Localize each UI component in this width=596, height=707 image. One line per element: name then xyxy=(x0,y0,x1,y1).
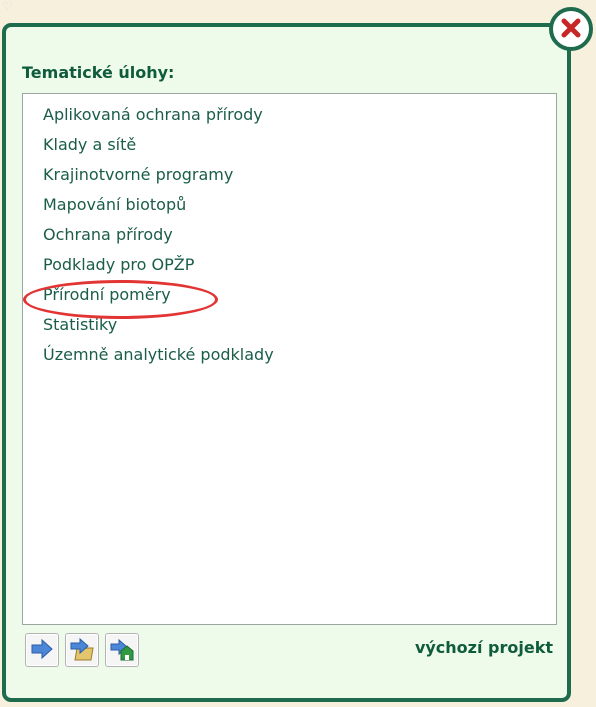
list-item-aplikovana-ochrana-prirody[interactable]: Aplikovaná ochrana přírody xyxy=(43,105,263,125)
home-arrow-icon xyxy=(109,636,135,665)
arrow-right-icon xyxy=(29,636,55,665)
background-decoration-icon: ♡ xyxy=(2,0,13,13)
panel-title: Tematické úlohy: xyxy=(22,63,175,82)
list-item-uzemne-analyticke-podklady[interactable]: Územně analytické podklady xyxy=(43,345,274,365)
list-item-statistiky[interactable]: Statistiky xyxy=(43,315,117,335)
list-item-podklady-pro-opzp[interactable]: Podklady pro OPŽP xyxy=(43,255,194,275)
list-item-prirodni-pomery[interactable]: Přírodní poměry xyxy=(43,285,171,305)
default-project-link[interactable]: výchozí projekt xyxy=(415,638,553,657)
thematic-task-list[interactable]: Aplikovaná ochrana přírody Klady a sítě … xyxy=(22,93,557,625)
list-item-ochrana-prirody[interactable]: Ochrana přírody xyxy=(43,225,173,245)
close-icon xyxy=(559,16,583,43)
home-project-button[interactable] xyxy=(105,633,139,667)
close-button[interactable] xyxy=(549,7,593,51)
next-button[interactable] xyxy=(25,633,59,667)
thematic-tasks-panel: Tematické úlohy: Aplikovaná ochrana přír… xyxy=(2,23,571,702)
list-item-mapovani-biotopu[interactable]: Mapování biotopů xyxy=(43,195,186,215)
list-item-krajinotvorne-programy[interactable]: Krajinotvorné programy xyxy=(43,165,233,185)
panel-toolbar xyxy=(25,633,139,671)
list-item-klady-a-site[interactable]: Klady a sítě xyxy=(43,135,136,155)
open-folder-arrow-icon xyxy=(69,636,95,665)
open-project-button[interactable] xyxy=(65,633,99,667)
